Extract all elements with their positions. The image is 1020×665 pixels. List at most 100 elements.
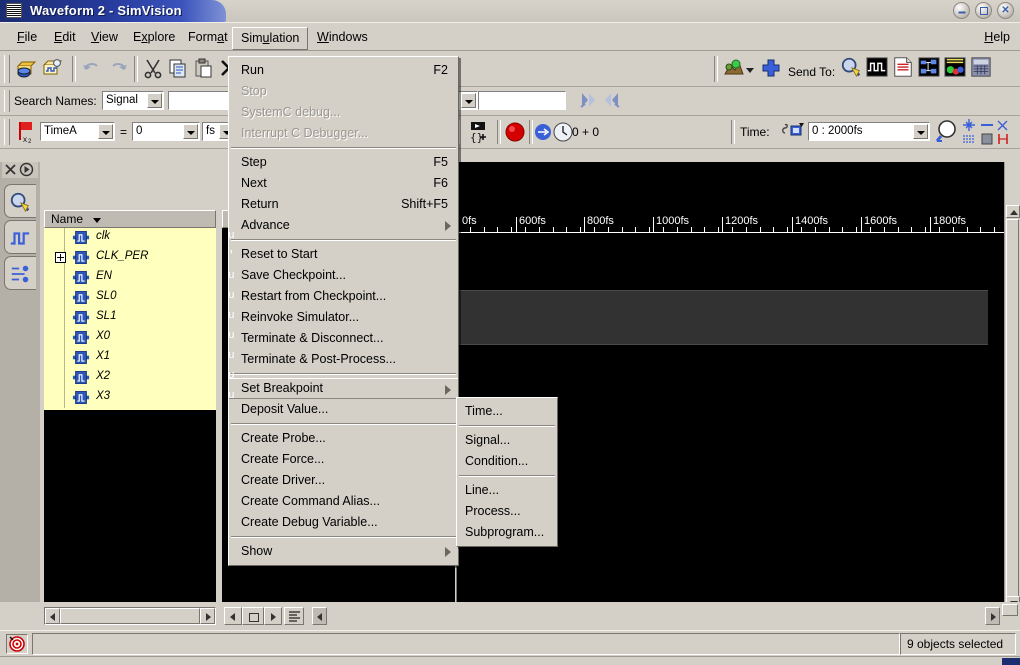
zoom-wave-icon[interactable] <box>962 132 976 146</box>
breakpoint-menu-item-signal[interactable]: Signal... <box>457 430 557 451</box>
menu-item-create-command-alias[interactable]: Create Command Alias... <box>229 491 458 512</box>
value-scroll-stop-button[interactable] <box>242 607 264 625</box>
names-scroll-thumb[interactable] <box>60 608 200 624</box>
menu-item-create-probe[interactable]: Create Probe... <box>229 428 458 449</box>
undo-icon[interactable] <box>80 57 102 79</box>
names-horizontal-scrollbar[interactable] <box>44 607 216 625</box>
signal-row[interactable]: X1 <box>44 348 216 368</box>
menu-item-restart-from-checkpoint[interactable]: Restart from Checkpoint... <box>229 286 458 307</box>
menu-item-create-force[interactable]: Create Force... <box>229 449 458 470</box>
dock-button-signal-flow[interactable] <box>4 256 36 290</box>
names-scroll-left-button[interactable] <box>45 608 60 624</box>
names-column-header[interactable]: Name <box>44 210 216 228</box>
menu-item-deposit-value[interactable]: Deposit Value... <box>229 399 458 420</box>
send-to-memory-icon[interactable] <box>970 56 992 78</box>
scroll-up-button[interactable] <box>1006 205 1020 218</box>
cursor-select-combo[interactable]: TimeA <box>40 122 115 141</box>
breakpoint-menu-item-time[interactable]: Time... <box>457 401 557 422</box>
zoom-in-icon[interactable] <box>996 118 1010 132</box>
simulation-dropdown-menu[interactable]: Run F2 Stop SystemC debug... Interrupt C Deb… <box>228 56 459 566</box>
expand-panel-icon[interactable] <box>19 162 34 177</box>
search-prev-icon[interactable] <box>578 89 600 111</box>
menu-item-show[interactable]: Show <box>229 541 458 562</box>
time-range-combo[interactable]: 0 : 2000fs <box>808 122 930 141</box>
redo-icon[interactable] <box>108 57 130 79</box>
menu-explore[interactable]: Explore <box>124 27 184 48</box>
signal-row[interactable]: X0 <box>44 328 216 348</box>
search-secondary-input[interactable] <box>478 91 566 110</box>
sim-clock-icon[interactable] <box>552 121 574 143</box>
cut-icon[interactable] <box>142 57 164 79</box>
menu-item-reinvoke-simulator[interactable]: Reinvoke Simulator... <box>229 307 458 328</box>
search-toolbar-grip[interactable] <box>4 90 10 112</box>
menu-item-run[interactable]: Run F2 <box>229 60 458 81</box>
waveform-vertical-scrollbar[interactable] <box>1004 162 1020 610</box>
paste-icon[interactable] <box>192 57 214 79</box>
expand-toggle-icon[interactable] <box>55 252 66 263</box>
send-to-waveform-icon[interactable] <box>866 56 888 78</box>
toolbar-grip[interactable] <box>4 55 10 83</box>
status-target-button[interactable] <box>6 634 28 654</box>
menu-item-terminate-disconnect[interactable]: Terminate & Disconnect... <box>229 328 458 349</box>
breakpoint-menu-item-process[interactable]: Process... <box>457 501 557 522</box>
chevron-down-icon[interactable] <box>746 68 754 73</box>
menu-item-return[interactable]: Return Shift+F5 <box>229 194 458 215</box>
signal-row[interactable]: X3 <box>44 388 216 408</box>
signal-row[interactable]: SL1 <box>44 308 216 328</box>
signal-row[interactable]: CLK_PER <box>44 248 216 268</box>
resize-grip[interactable] <box>1002 658 1020 665</box>
set-breakpoint-submenu[interactable]: Time... Signal... Condition... Line... Proce… <box>456 397 558 547</box>
search-history-combo[interactable] <box>456 91 478 110</box>
expand-sequence-icon[interactable]: {} <box>466 120 490 144</box>
chevron-down-icon[interactable] <box>913 124 928 139</box>
menu-item-next[interactable]: Next F6 <box>229 173 458 194</box>
names-scroll-right-button[interactable] <box>200 608 215 624</box>
menu-item-terminate-post-process[interactable]: Terminate & Post-Process... <box>229 349 458 370</box>
breakpoint-menu-item-subprogram[interactable]: Subprogram... <box>457 522 557 543</box>
open-database-icon[interactable] <box>16 57 38 79</box>
chevron-down-icon[interactable] <box>98 124 113 139</box>
menu-item-advance[interactable]: Advance <box>229 215 458 236</box>
plus-icon[interactable] <box>760 57 782 79</box>
menu-file[interactable]: File <box>8 27 46 48</box>
signal-row[interactable]: X2 <box>44 368 216 388</box>
zoom-fit-icon[interactable] <box>962 118 976 132</box>
record-stop-icon[interactable] <box>504 121 526 143</box>
wave-scroll-left-button[interactable] <box>312 607 327 625</box>
search-next-icon[interactable] <box>600 89 622 111</box>
menu-edit[interactable]: Edit <box>45 27 85 48</box>
explore-icon[interactable] <box>723 57 745 79</box>
open-waveform-icon[interactable] <box>42 57 64 79</box>
wave-scroll-right-button[interactable] <box>985 607 1000 625</box>
close-panel-icon[interactable] <box>3 162 18 177</box>
zoom-out-icon[interactable] <box>980 118 994 132</box>
menu-simulation[interactable]: Simulation <box>232 27 309 50</box>
dock-button-design-browser[interactable] <box>4 184 36 218</box>
zoom-icon[interactable] <box>935 119 961 145</box>
menu-item-reset-to-start[interactable]: Reset to Start <box>229 244 458 265</box>
minimize-button[interactable] <box>953 2 970 19</box>
breakpoint-menu-item-line[interactable]: Line... <box>457 480 557 501</box>
window-title-tab[interactable]: Waveform 2 - SimVision <box>0 0 226 22</box>
signal-name-list[interactable]: clk CLK_PER EN SL0 SL1 X0 X1 X2 X3 <box>44 228 216 410</box>
send-to-register-icon[interactable] <box>944 56 966 78</box>
vertical-scroll-thumb[interactable] <box>1006 219 1019 597</box>
zoom-grid-icon[interactable] <box>980 132 994 146</box>
menu-item-set-breakpoint[interactable]: Set Breakpoint <box>229 378 458 399</box>
value-scroll-right-button[interactable] <box>264 607 282 625</box>
menu-item-create-debug-variable[interactable]: Create Debug Variable... <box>229 512 458 533</box>
chevron-down-icon[interactable] <box>461 93 476 108</box>
signal-row[interactable]: EN <box>44 268 216 288</box>
chevron-down-icon[interactable] <box>183 124 198 139</box>
menu-view[interactable]: View <box>82 27 127 48</box>
waveform-selected-row-band[interactable] <box>457 290 988 345</box>
close-button[interactable]: ✕ <box>997 2 1014 19</box>
chevron-down-icon[interactable] <box>147 93 162 108</box>
value-scroll-left-button[interactable] <box>224 607 242 625</box>
cursor-value-combo[interactable]: 0 <box>132 122 200 141</box>
waveform-time-ruler[interactable]: 0fs 600fs 800fs 1000fs 1200fs 1400fs 1600fs 180… <box>456 205 1004 233</box>
dock-button-waveform[interactable] <box>4 220 36 254</box>
menu-item-save-checkpoint[interactable]: Save Checkpoint... <box>229 265 458 286</box>
send-to-schematic-icon[interactable] <box>918 56 940 78</box>
cursor-flag-icon[interactable]: x 2 <box>16 120 40 144</box>
